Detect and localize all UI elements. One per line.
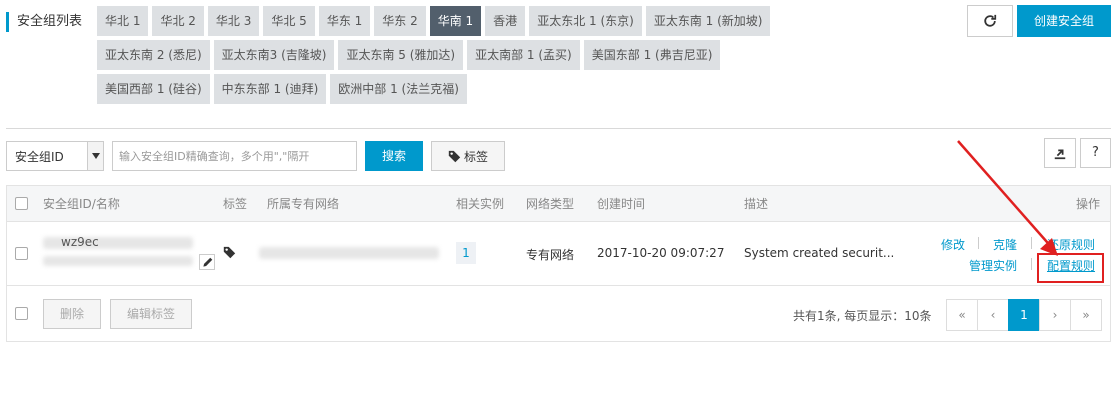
description: System created securit... [744, 246, 895, 260]
tag-icon [448, 150, 461, 162]
created-time: 2017-10-20 09:07:27 [597, 246, 725, 260]
region-tab[interactable]: 亚太东北 1 (东京) [529, 6, 642, 36]
region-tab[interactable]: 华北 3 [207, 6, 260, 36]
search-input[interactable] [112, 141, 357, 171]
tag-filter-button[interactable]: 标签 [431, 141, 505, 171]
prev-page-button[interactable]: ‹ [977, 299, 1009, 331]
region-tab[interactable]: 华北 2 [152, 6, 204, 36]
filter-select-value: 安全组ID [15, 149, 64, 164]
refresh-button[interactable] [967, 5, 1013, 37]
region-tab[interactable]: 华北 5 [263, 6, 315, 36]
row-tag-button[interactable] [223, 246, 236, 262]
export-icon [1054, 149, 1066, 160]
region-tab[interactable]: 华北 1 [97, 6, 149, 36]
table-header: 安全组ID/名称 标签 所属专有网络 相关实例 网络类型 创建时间 描述 操作 [7, 186, 1110, 222]
modify-link[interactable]: 修改 [941, 236, 965, 253]
clone-link[interactable]: 克隆 [993, 236, 1017, 253]
region-tab[interactable]: 亚太东南 2 (悉尼) [97, 40, 210, 70]
col-tags: 标签 [223, 197, 248, 211]
region-tab[interactable]: 美国东部 1 (弗吉尼亚) [583, 40, 721, 70]
action-separator [1031, 258, 1032, 270]
region-tab[interactable]: 亚太东南 1 (新加坡) [645, 6, 771, 36]
edit-tags-button[interactable]: 编辑标签 [110, 299, 192, 329]
pencil-icon [202, 257, 212, 267]
region-tab[interactable]: 亚太东南 5 (雅加达) [338, 40, 464, 70]
select-all-checkbox[interactable] [15, 197, 28, 210]
region-tab[interactable]: 华南 1 [429, 6, 482, 36]
col-created: 创建时间 [597, 197, 646, 211]
region-tab[interactable]: 美国西部 1 (硅谷) [97, 74, 210, 104]
divider [6, 128, 1111, 129]
region-tab[interactable]: 亚太东南3 (吉隆坡) [213, 40, 335, 70]
region-tab[interactable]: 欧洲中部 1 (法兰克福) [330, 74, 467, 104]
col-description: 描述 [744, 197, 769, 211]
col-actions: 操作 [1075, 197, 1100, 211]
delete-button[interactable]: 删除 [43, 299, 101, 329]
search-button[interactable]: 搜索 [365, 141, 423, 171]
region-tab[interactable]: 亚太南部 1 (孟买) [467, 40, 580, 70]
region-tabs: 华北 1 华北 2 华北 3 华北 5 华东 1 华东 2 华南 1 香港 亚太东北 1 (东京… [97, 6, 837, 104]
region-tab[interactable]: 中东东部 1 (迪拜) [213, 74, 327, 104]
region-tab[interactable]: 华东 2 [374, 6, 426, 36]
region-tab[interactable]: 香港 [485, 6, 526, 36]
next-page-button[interactable]: › [1039, 299, 1071, 331]
redacted-name [43, 256, 193, 266]
create-security-group-button[interactable]: 创建安全组 [1017, 5, 1111, 37]
security-group-id[interactable]: wz9ec [61, 235, 99, 249]
col-id-name: 安全组ID/名称 [43, 197, 120, 211]
export-button[interactable] [1044, 138, 1076, 168]
table-row: wz9ec 1 专有网络 2017-10-20 09:07:27 System … [7, 222, 1110, 286]
page-title: 安全组列表 [6, 12, 82, 32]
action-separator [1031, 237, 1032, 249]
row-checkbox[interactable] [15, 247, 28, 260]
footer-select-all-checkbox[interactable] [15, 307, 28, 320]
col-vpc: 所属专有网络 [267, 197, 340, 211]
caret-down-icon [87, 142, 103, 170]
col-instances: 相关实例 [456, 197, 505, 211]
manage-instances-link[interactable]: 管理实例 [969, 257, 1017, 274]
col-network-type: 网络类型 [526, 197, 575, 211]
tag-icon [223, 246, 236, 259]
region-tab[interactable]: 华东 1 [318, 6, 371, 36]
instance-count-link[interactable]: 1 [456, 242, 476, 264]
pagination-summary: 共有1条, 每页显示：10条 [793, 309, 932, 323]
current-page-button[interactable]: 1 [1008, 299, 1040, 331]
last-page-button[interactable]: » [1070, 299, 1102, 331]
help-button[interactable]: ? [1080, 138, 1111, 168]
redacted-vpc [259, 247, 439, 259]
tag-filter-label: 标签 [463, 149, 488, 164]
highlight-annotation-box [1037, 253, 1104, 283]
network-type: 专有网络 [526, 248, 575, 262]
edit-name-button[interactable] [199, 254, 215, 270]
security-group-table: 安全组ID/名称 标签 所属专有网络 相关实例 网络类型 创建时间 描述 操作 … [6, 185, 1111, 342]
pagination: « ‹ 1 › » [946, 299, 1102, 331]
action-separator [978, 237, 979, 249]
refresh-icon [984, 14, 997, 27]
restore-rules-link[interactable]: 还原规则 [1047, 236, 1095, 253]
filter-select[interactable]: 安全组ID [6, 141, 104, 171]
first-page-button[interactable]: « [946, 299, 978, 331]
table-footer: 删除 编辑标签 共有1条, 每页显示：10条 « ‹ 1 › » [7, 286, 1110, 342]
